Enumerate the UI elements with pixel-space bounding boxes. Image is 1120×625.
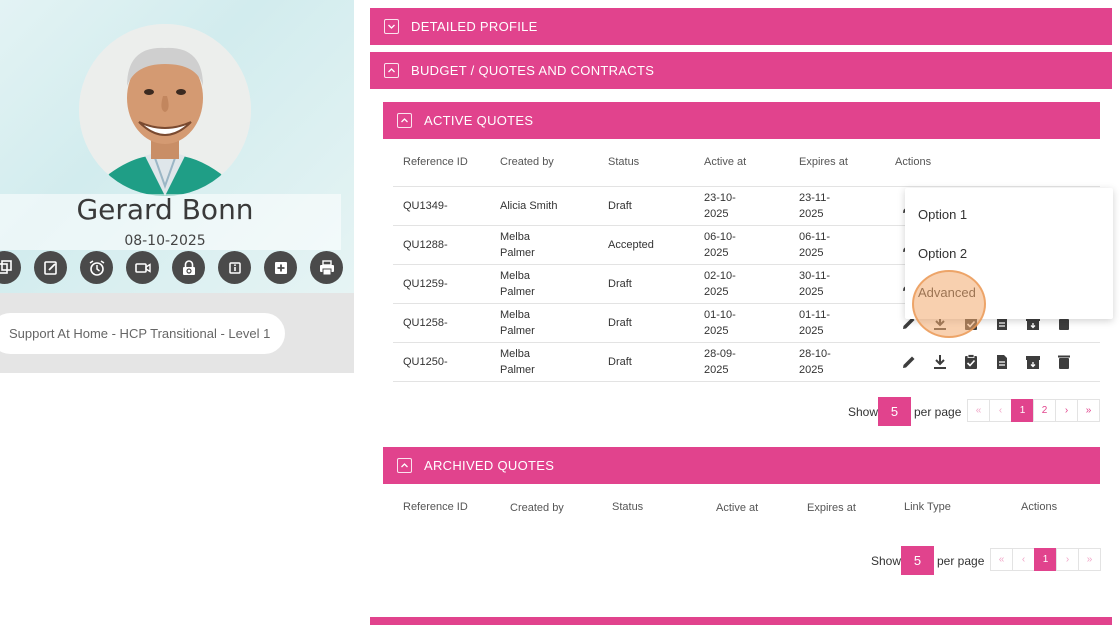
detailed-profile-header[interactable]: DETAILED PROFILE bbox=[370, 8, 1112, 45]
per-page-select[interactable]: 5 bbox=[878, 397, 911, 426]
cell-expires-at: 06-11- 2025 bbox=[799, 231, 830, 259]
divider bbox=[393, 342, 1100, 343]
person-name: Gerard Bonn bbox=[76, 193, 254, 226]
show-label: Show bbox=[871, 554, 902, 568]
cell-reference: QU1250- bbox=[403, 356, 448, 368]
col-status[interactable]: Status bbox=[608, 156, 639, 168]
show-label: Show bbox=[848, 405, 879, 419]
col-actions: Actions bbox=[895, 156, 932, 168]
page-prev-button[interactable]: ‹ bbox=[989, 399, 1012, 422]
chevron-down-icon bbox=[384, 19, 399, 34]
per-page-select[interactable]: 5 bbox=[901, 546, 934, 575]
option-1-item[interactable]: Option 1 bbox=[918, 207, 967, 222]
detailed-profile-title: DETAILED PROFILE bbox=[411, 19, 538, 34]
budget-title: BUDGET / QUOTES AND CONTRACTS bbox=[411, 63, 655, 78]
cell-active-at: 06-10- 2025 bbox=[704, 231, 736, 259]
cell-status: Draft bbox=[608, 278, 632, 290]
per-page-label: per page bbox=[914, 405, 962, 419]
archived-quotes-title: ARCHIVED QUOTES bbox=[424, 458, 555, 473]
cell-status: Draft bbox=[608, 200, 632, 212]
actions-dropdown-menu: Option 1 Option 2 Advanced bbox=[905, 188, 1113, 319]
page-last-button[interactable]: » bbox=[1077, 399, 1100, 422]
edit-icon[interactable] bbox=[900, 353, 918, 371]
chevron-up-icon bbox=[397, 458, 412, 473]
active-quotes-title: ACTIVE QUOTES bbox=[424, 113, 534, 128]
divider bbox=[393, 381, 1100, 382]
col-status[interactable]: Status bbox=[612, 501, 643, 513]
lock-refresh-icon[interactable] bbox=[172, 251, 205, 284]
page-first-button[interactable]: « bbox=[967, 399, 990, 422]
col-created-by[interactable]: Created by bbox=[500, 156, 554, 168]
clipboard-check-icon[interactable] bbox=[962, 353, 980, 371]
copy-icon[interactable] bbox=[0, 251, 21, 284]
cell-expires-at: 01-11- 2025 bbox=[799, 309, 830, 337]
avatar bbox=[79, 24, 251, 196]
cell-created-by: Melba Palmer bbox=[500, 270, 535, 298]
cell-expires-at: 30-11- 2025 bbox=[799, 270, 830, 298]
cell-created-by: Melba Palmer bbox=[500, 309, 535, 337]
archive-icon[interactable] bbox=[1024, 353, 1042, 371]
page: Gerard Bonn 08-10-2025 Support At Home -… bbox=[0, 0, 1120, 625]
person-date: 08-10-2025 bbox=[124, 233, 206, 249]
print-icon[interactable] bbox=[310, 251, 343, 284]
download-icon[interactable] bbox=[931, 353, 949, 371]
col-expires-at[interactable]: Expires at bbox=[807, 502, 856, 514]
page-1-button[interactable]: 1 bbox=[1011, 399, 1034, 422]
edit-note-icon[interactable] bbox=[34, 251, 67, 284]
archived-quotes-header[interactable]: ARCHIVED QUOTES bbox=[383, 447, 1100, 484]
cell-active-at: 01-10- 2025 bbox=[704, 309, 736, 337]
page-2-button[interactable]: 2 bbox=[1033, 399, 1056, 422]
col-reference-id[interactable]: Reference ID bbox=[403, 501, 468, 513]
page-1-button[interactable]: 1 bbox=[1034, 548, 1057, 571]
col-link-type[interactable]: Link Type bbox=[904, 501, 951, 513]
page-next-button[interactable]: › bbox=[1055, 399, 1078, 422]
next-section-header[interactable] bbox=[370, 617, 1112, 625]
col-expires-at[interactable]: Expires at bbox=[799, 156, 848, 168]
pagination: « ‹ 1 2 › » bbox=[967, 399, 1100, 422]
col-active-at[interactable]: Active at bbox=[704, 156, 746, 168]
option-2-item[interactable]: Option 2 bbox=[918, 246, 967, 261]
profile-card: Gerard Bonn 08-10-2025 bbox=[0, 0, 354, 293]
info-icon[interactable] bbox=[218, 251, 251, 284]
program-area: Support At Home - HCP Transitional - Lev… bbox=[0, 293, 354, 373]
cell-created-by: Melba Palmer bbox=[500, 348, 535, 376]
cell-status: Accepted bbox=[608, 239, 654, 251]
col-created-by[interactable]: Created by bbox=[510, 502, 564, 514]
chevron-up-icon bbox=[397, 113, 412, 128]
cell-reference: QU1288- bbox=[403, 239, 448, 251]
cell-reference: QU1259- bbox=[403, 278, 448, 290]
col-active-at[interactable]: Active at bbox=[716, 502, 758, 514]
program-pill[interactable]: Support At Home - HCP Transitional - Lev… bbox=[0, 313, 285, 354]
page-last-button[interactable]: » bbox=[1078, 548, 1101, 571]
divider bbox=[393, 186, 1100, 187]
pagination: « ‹ 1 › » bbox=[990, 548, 1101, 571]
cell-reference: QU1349- bbox=[403, 200, 448, 212]
page-first-button[interactable]: « bbox=[990, 548, 1013, 571]
page-prev-button[interactable]: ‹ bbox=[1012, 548, 1035, 571]
page-next-button[interactable]: › bbox=[1056, 548, 1079, 571]
cell-created-by: Melba Palmer bbox=[500, 231, 535, 259]
cell-status: Draft bbox=[608, 356, 632, 368]
cell-expires-at: 23-11- 2025 bbox=[799, 192, 830, 220]
cell-active-at: 23-10- 2025 bbox=[704, 192, 736, 220]
per-page-label: per page bbox=[937, 554, 985, 568]
cell-active-at: 28-09- 2025 bbox=[704, 348, 736, 376]
add-box-icon[interactable] bbox=[264, 251, 297, 284]
cell-active-at: 02-10- 2025 bbox=[704, 270, 736, 298]
budget-header[interactable]: BUDGET / QUOTES AND CONTRACTS bbox=[370, 52, 1112, 89]
alarm-clock-icon[interactable] bbox=[80, 251, 113, 284]
profile-action-icons bbox=[0, 251, 354, 285]
cell-created-by: Alicia Smith bbox=[500, 200, 558, 212]
chevron-up-icon bbox=[384, 63, 399, 78]
active-quotes-header[interactable]: ACTIVE QUOTES bbox=[383, 102, 1100, 139]
trash-icon[interactable] bbox=[1055, 353, 1073, 371]
cell-expires-at: 28-10- 2025 bbox=[799, 348, 831, 376]
cell-status: Draft bbox=[608, 317, 632, 329]
advanced-item[interactable]: Advanced bbox=[918, 285, 976, 300]
document-icon[interactable] bbox=[993, 353, 1011, 371]
col-reference-id[interactable]: Reference ID bbox=[403, 156, 468, 168]
col-actions: Actions bbox=[1021, 501, 1058, 513]
cell-reference: QU1258- bbox=[403, 317, 448, 329]
video-camera-icon[interactable] bbox=[126, 251, 159, 284]
